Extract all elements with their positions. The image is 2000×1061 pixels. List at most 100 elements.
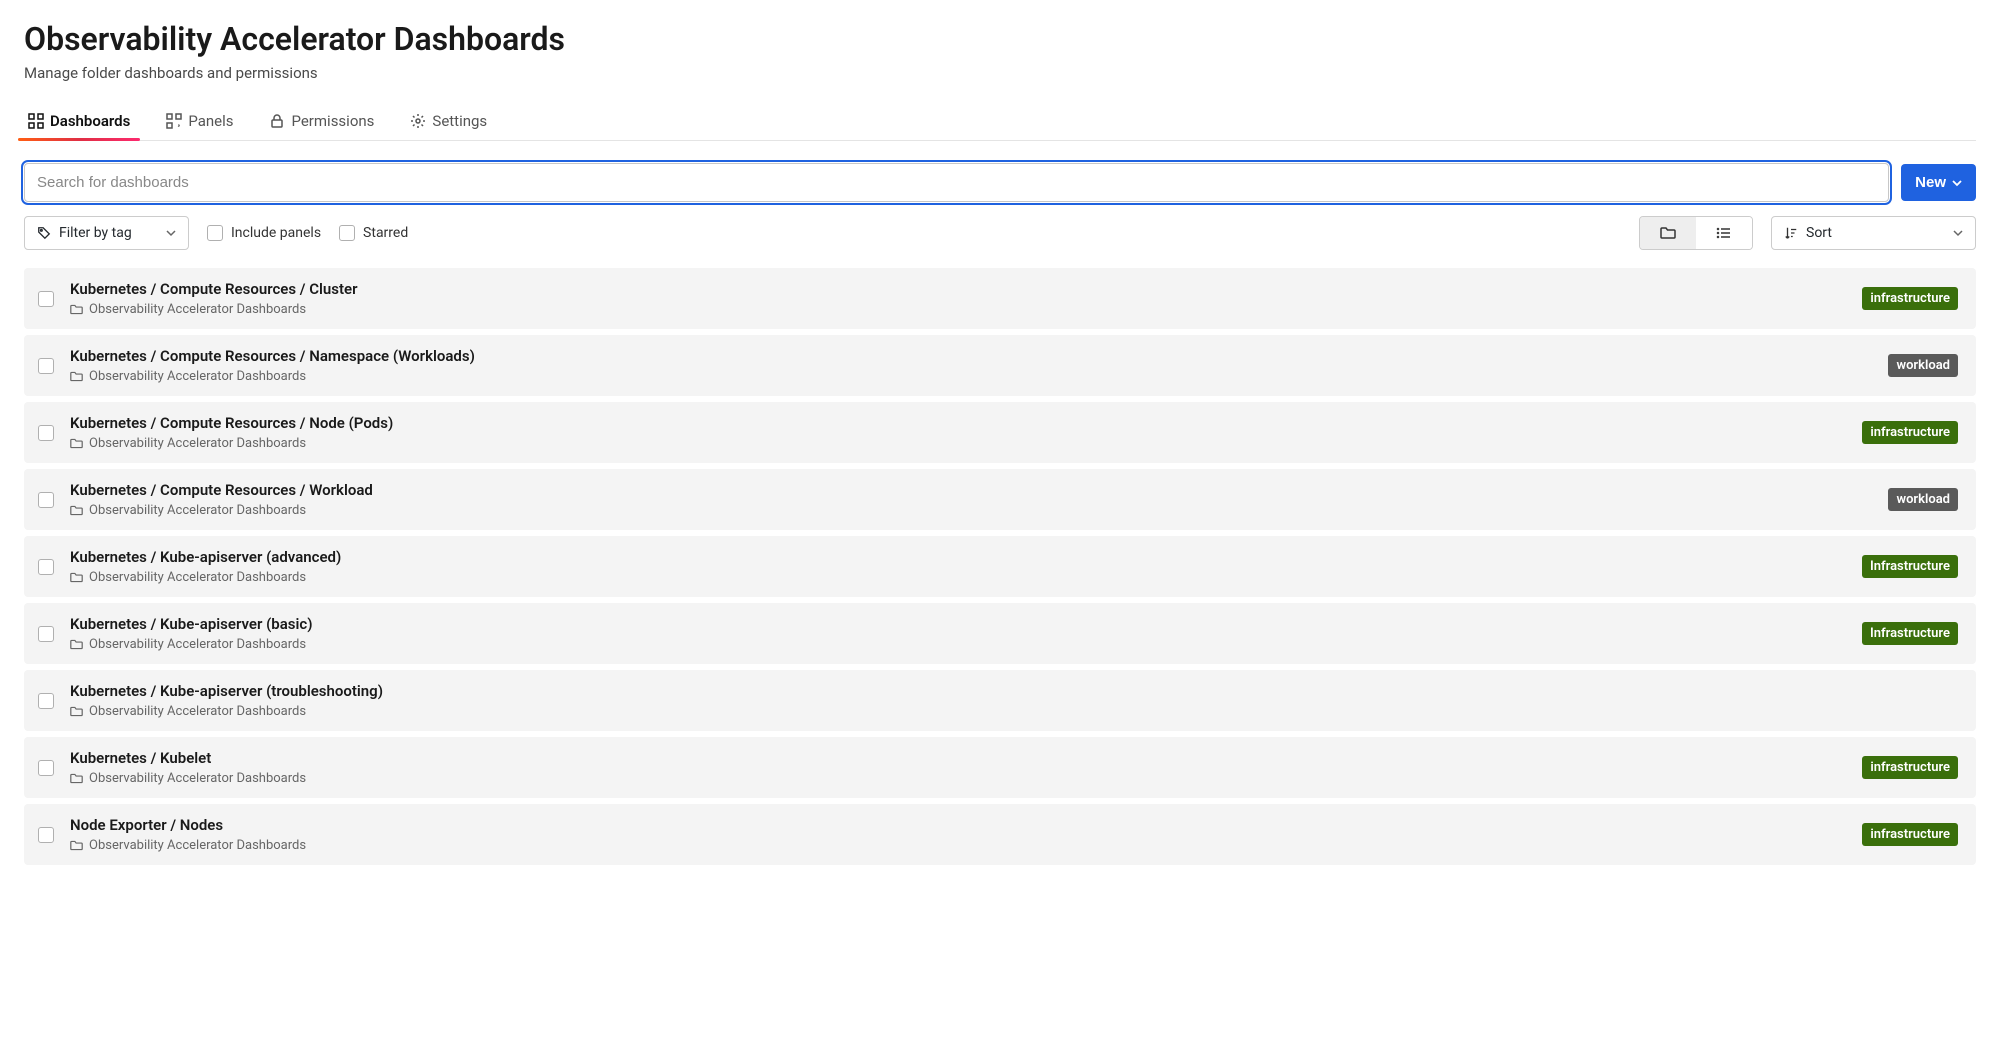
starred-checkbox-input[interactable] [339,225,355,241]
row-main: Node Exporter / Nodes Observability Accel… [70,816,1846,853]
dashboard-folder[interactable]: Observability Accelerator Dashboards [70,369,1872,384]
dashboard-title[interactable]: Kubernetes / Compute Resources / Namespa… [70,347,1872,365]
folder-label: Observability Accelerator Dashboards [89,704,306,719]
dashboard-row[interactable]: Kubernetes / Kube-apiserver (troubleshoo… [24,670,1976,731]
tag-badge[interactable]: Infrastructure [1862,555,1958,578]
row-main: Kubernetes / Kube-apiserver (advanced) Ob… [70,548,1846,585]
row-checkbox[interactable] [38,358,54,374]
folder-label: Observability Accelerator Dashboards [89,302,306,317]
folder-icon [1660,225,1676,241]
folder-icon [70,504,83,517]
include-panels-label: Include panels [231,225,321,241]
row-checkbox[interactable] [38,693,54,709]
tag-badge[interactable]: workload [1888,354,1958,377]
dashboard-folder[interactable]: Observability Accelerator Dashboards [70,302,1846,317]
chevron-down-icon [1952,178,1962,188]
folder-label: Observability Accelerator Dashboards [89,838,306,853]
row-checkbox[interactable] [38,559,54,575]
row-checkbox[interactable] [38,425,54,441]
chevron-down-icon [166,228,176,238]
gear-icon [410,113,426,129]
dashboard-title[interactable]: Kubernetes / Compute Resources / Workloa… [70,481,1872,499]
new-button[interactable]: New [1901,164,1976,201]
folder-label: Observability Accelerator Dashboards [89,637,306,652]
include-panels-checkbox[interactable]: Include panels [207,225,321,241]
tag-badge[interactable]: Infrastructure [1862,622,1958,645]
tab-label: Permissions [291,112,374,130]
filter-tag-label: Filter by tag [59,225,132,241]
dashboard-title[interactable]: Kubernetes / Kube-apiserver (advanced) [70,548,1846,566]
tab-permissions[interactable]: Permissions [265,104,378,140]
row-main: Kubernetes / Kube-apiserver (basic) Obser… [70,615,1846,652]
new-button-label: New [1915,174,1946,191]
dashboard-grid-icon [28,113,44,129]
folder-label: Observability Accelerator Dashboards [89,570,306,585]
dashboard-row[interactable]: Kubernetes / Kube-apiserver (basic) Obser… [24,603,1976,664]
filter-by-tag-dropdown[interactable]: Filter by tag [24,216,189,250]
dashboard-row[interactable]: Kubernetes / Kube-apiserver (advanced) Ob… [24,536,1976,597]
tab-label: Settings [432,112,487,130]
dashboard-row[interactable]: Kubernetes / Compute Resources / Cluster… [24,268,1976,329]
tag-badge[interactable]: infrastructure [1862,287,1958,310]
tab-settings[interactable]: Settings [406,104,491,140]
folder-icon [70,370,83,383]
tag-badge[interactable]: infrastructure [1862,823,1958,846]
folder-icon [70,437,83,450]
dashboard-row[interactable]: Kubernetes / Compute Resources / Workloa… [24,469,1976,530]
view-folder-button[interactable] [1640,217,1696,249]
dashboard-title[interactable]: Kubernetes / Kube-apiserver (troubleshoo… [70,682,1958,700]
page-title: Observability Accelerator Dashboards [24,20,1976,58]
tab-dashboards[interactable]: Dashboards [24,104,134,140]
dashboard-title[interactable]: Kubernetes / Kube-apiserver (basic) [70,615,1846,633]
tab-label: Panels [188,112,233,130]
chevron-down-icon [1953,228,1963,238]
dashboard-folder[interactable]: Observability Accelerator Dashboards [70,771,1846,786]
dashboard-row[interactable]: Kubernetes / Kubelet Observability Accele… [24,737,1976,798]
tab-panels[interactable]: Panels [162,104,237,140]
starred-label: Starred [363,225,408,241]
dashboard-row[interactable]: Kubernetes / Compute Resources / Namespa… [24,335,1976,396]
dashboard-row[interactable]: Kubernetes / Compute Resources / Node (P… [24,402,1976,463]
starred-checkbox[interactable]: Starred [339,225,408,241]
tag-badge[interactable]: infrastructure [1862,756,1958,779]
dashboard-list: Kubernetes / Compute Resources / Cluster… [24,268,1976,865]
dashboard-folder[interactable]: Observability Accelerator Dashboards [70,570,1846,585]
dashboard-title[interactable]: Node Exporter / Nodes [70,816,1846,834]
row-checkbox[interactable] [38,760,54,776]
sort-label: Sort [1806,225,1832,241]
row-main: Kubernetes / Kube-apiserver (troubleshoo… [70,682,1958,719]
dashboard-title[interactable]: Kubernetes / Compute Resources / Node (P… [70,414,1846,432]
search-input[interactable] [24,163,1889,202]
tabs-bar: Dashboards Panels Permissions Settings [24,104,1976,141]
sort-dropdown[interactable]: Sort [1771,216,1976,250]
dashboard-folder[interactable]: Observability Accelerator Dashboards [70,704,1958,719]
dashboard-folder[interactable]: Observability Accelerator Dashboards [70,503,1872,518]
row-checkbox[interactable] [38,626,54,642]
view-list-button[interactable] [1696,217,1752,249]
tag-badge[interactable]: workload [1888,488,1958,511]
include-panels-checkbox-input[interactable] [207,225,223,241]
row-checkbox[interactable] [38,492,54,508]
tab-label: Dashboards [50,112,130,130]
folder-icon [70,638,83,651]
folder-label: Observability Accelerator Dashboards [89,436,306,451]
folder-label: Observability Accelerator Dashboards [89,771,306,786]
row-checkbox[interactable] [38,827,54,843]
dashboard-folder[interactable]: Observability Accelerator Dashboards [70,637,1846,652]
dashboard-row[interactable]: Node Exporter / Nodes Observability Accel… [24,804,1976,865]
sort-icon [1784,226,1798,240]
dashboard-title[interactable]: Kubernetes / Kubelet [70,749,1846,767]
dashboard-title[interactable]: Kubernetes / Compute Resources / Cluster [70,280,1846,298]
folder-icon [70,303,83,316]
tag-badge[interactable]: infrastructure [1862,421,1958,444]
row-checkbox[interactable] [38,291,54,307]
tag-icon [37,226,51,240]
row-main: Kubernetes / Compute Resources / Namespa… [70,347,1872,384]
folder-icon [70,772,83,785]
dashboard-folder[interactable]: Observability Accelerator Dashboards [70,436,1846,451]
lock-icon [269,113,285,129]
folder-icon [70,705,83,718]
dashboard-folder[interactable]: Observability Accelerator Dashboards [70,838,1846,853]
list-icon [1716,225,1732,241]
folder-icon [70,839,83,852]
